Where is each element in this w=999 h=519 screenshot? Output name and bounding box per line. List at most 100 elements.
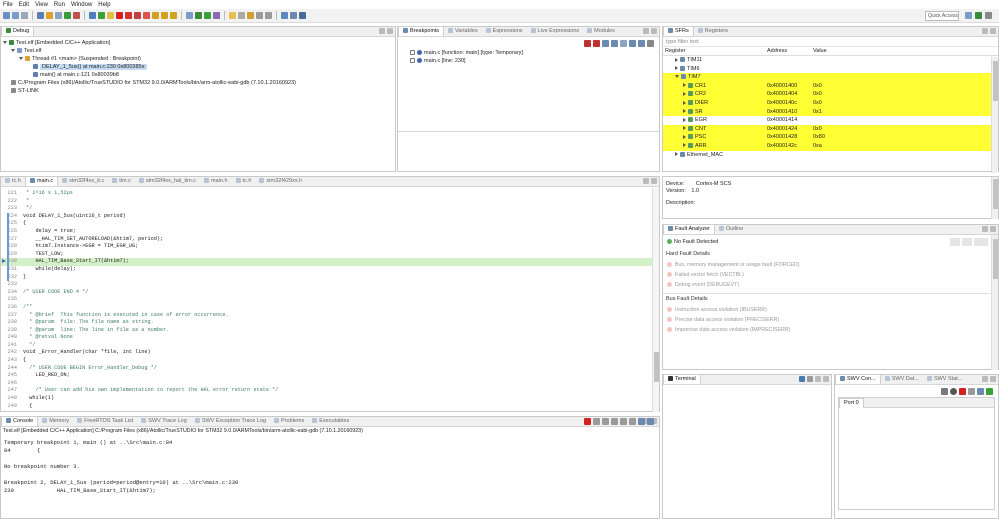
disconnect-icon[interactable] (125, 12, 132, 19)
expand-arrow-icon[interactable] (3, 41, 7, 45)
minimize-icon[interactable] (815, 376, 821, 382)
maximize-icon[interactable] (990, 28, 996, 34)
remove-launch-icon[interactable] (593, 418, 600, 425)
sfr-row[interactable]: CR1 0x40001400 0x0 (663, 81, 998, 91)
column-address[interactable]: Address (767, 47, 813, 55)
skip-all-icon[interactable] (620, 40, 627, 47)
expand-arrow-icon[interactable] (683, 143, 686, 148)
sfr-filter-input[interactable]: type filter text (663, 37, 998, 47)
new-console-icon[interactable] (647, 418, 654, 425)
new-icon[interactable] (3, 12, 10, 19)
record-icon[interactable] (950, 388, 957, 395)
minimize-icon[interactable] (643, 28, 649, 34)
expand-arrow-icon[interactable] (19, 57, 23, 61)
sfr-row[interactable]: CNT 0x40001424 0x0 (663, 124, 998, 134)
perspective-other-icon[interactable] (985, 12, 992, 19)
clear-icon[interactable] (968, 388, 975, 395)
show-breakpoints-icon[interactable] (602, 40, 609, 47)
tab-port-0[interactable]: Port 0 (839, 398, 864, 408)
remove-all-icon[interactable] (593, 40, 600, 47)
step-return-icon[interactable] (170, 12, 177, 19)
tab-swv-2[interactable]: SWV Stat... (923, 375, 966, 384)
minimize-icon[interactable] (379, 28, 385, 34)
maximize-icon[interactable] (823, 376, 829, 382)
tab-console-1[interactable]: Memory (38, 417, 73, 426)
details-scrollbar[interactable] (991, 177, 998, 219)
fault-scrollbar[interactable] (991, 235, 998, 370)
expand-arrow-icon[interactable] (675, 66, 678, 71)
step-over-icon[interactable] (161, 12, 168, 19)
terminal-menu-icon[interactable] (807, 376, 813, 382)
console-output[interactable]: Temporary breakpoint 1, main () at ..\Sr… (1, 435, 659, 495)
minimize-icon[interactable] (982, 28, 988, 34)
external-tools-icon[interactable] (213, 12, 220, 19)
debug-tree-item[interactable]: C:/Program Files (x86)/Atollic/TrueSTUDI… (1, 79, 395, 87)
clear-console-icon[interactable] (602, 418, 609, 425)
tab-bp-3[interactable]: Live Expressions (527, 27, 584, 36)
debug-tree-item[interactable]: Test.elf (1, 47, 395, 55)
suspend-icon[interactable] (107, 12, 114, 19)
minimize-icon[interactable] (982, 376, 988, 382)
remove-breakpoint-icon[interactable] (584, 40, 591, 47)
sfr-row[interactable]: EGR 0x40001414 (663, 116, 998, 125)
debug-tree-item[interactable]: ST-LINK (1, 87, 395, 95)
tab-sfr-0[interactable]: SFRs (663, 26, 694, 36)
expand-all-icon[interactable] (629, 40, 636, 47)
save-icon[interactable] (12, 12, 19, 19)
expand-arrow-icon[interactable] (683, 134, 686, 139)
sfr-row[interactable]: SR 0x40001410 0x1 (663, 107, 998, 117)
sfr-scrollbar[interactable] (991, 57, 998, 173)
tab-sfr-1[interactable]: Registers (694, 27, 732, 36)
pin-icon[interactable] (629, 418, 636, 425)
tab-fault-0[interactable]: Fault Analyzer (663, 224, 715, 234)
menu-window[interactable]: Window (68, 2, 95, 8)
fault-btn-2[interactable] (962, 238, 972, 246)
debug-tree-item[interactable]: main() at main.c:121 0x80039b8 (1, 71, 395, 79)
tab-editor-5[interactable]: main.h (200, 177, 232, 186)
open-folder-icon[interactable] (229, 12, 236, 19)
sfr-row[interactable]: TIM11 (663, 56, 998, 65)
minimize-icon[interactable] (982, 226, 988, 232)
expand-arrow-icon[interactable] (11, 49, 15, 53)
tab-editor-4[interactable]: stm32f4xx_hal_tim.c (135, 177, 200, 186)
word-wrap-icon[interactable] (620, 418, 627, 425)
expand-arrow-icon[interactable] (675, 152, 678, 157)
editor-scrollbar[interactable] (652, 188, 659, 412)
sfr-row[interactable]: DIER 0x4000140c 0x0 (663, 98, 998, 108)
search-icon[interactable] (238, 12, 245, 19)
check-icon[interactable] (64, 12, 71, 19)
tab-console-4[interactable]: SWV Exception Trace Log (191, 417, 270, 426)
annotation-icon[interactable] (247, 12, 254, 19)
reset-icon[interactable] (134, 12, 141, 19)
build-icon[interactable] (46, 12, 53, 19)
code-area[interactable]: 221 * 2^16 x 1,52µs 222 * 223 */224 void DE… (1, 187, 659, 410)
resume-icon[interactable] (98, 12, 105, 19)
tab-console-3[interactable]: SWV Trace Log (137, 417, 191, 426)
expand-arrow-icon[interactable] (683, 100, 686, 105)
perspective-icon[interactable] (299, 12, 306, 19)
forward-icon[interactable] (265, 12, 272, 19)
tools-icon[interactable] (55, 12, 62, 19)
tab-console-0[interactable]: Console (1, 416, 39, 426)
window-icon[interactable] (281, 12, 288, 19)
debug-tree-item[interactable]: Thread #1 <main> (Suspended : Breakpoint… (1, 55, 395, 63)
fault-btn-3[interactable] (974, 238, 988, 246)
breakpoint-checkbox[interactable] (410, 58, 415, 64)
maximize-icon[interactable] (651, 28, 657, 34)
config-icon[interactable] (941, 388, 948, 395)
sfr-row[interactable]: TIM6 (663, 65, 998, 74)
menu-edit[interactable]: Edit (16, 2, 32, 8)
maximize-icon[interactable] (651, 178, 657, 184)
breakpoint-item[interactable]: main.c [function: main] [type: Temporary… (398, 49, 659, 57)
debug-tree-item[interactable]: DELAY_1_5us() at main.c:230 0x800385e (1, 63, 395, 71)
maximize-icon[interactable] (990, 226, 996, 232)
perspective-c-icon[interactable] (965, 12, 972, 19)
scroll-lock-icon[interactable] (611, 418, 618, 425)
debug-tree-item[interactable]: Test.elf [Embedded C/C++ Application] (1, 39, 395, 47)
tab-editor-1[interactable]: main.c (24, 176, 59, 186)
tab-editor-7[interactable]: stm32f429xx.h (255, 177, 306, 186)
menu-help[interactable]: Help (95, 2, 113, 8)
settings-icon[interactable] (37, 12, 44, 19)
terminate-icon[interactable] (116, 12, 123, 19)
instruction-step-icon[interactable] (186, 12, 193, 19)
